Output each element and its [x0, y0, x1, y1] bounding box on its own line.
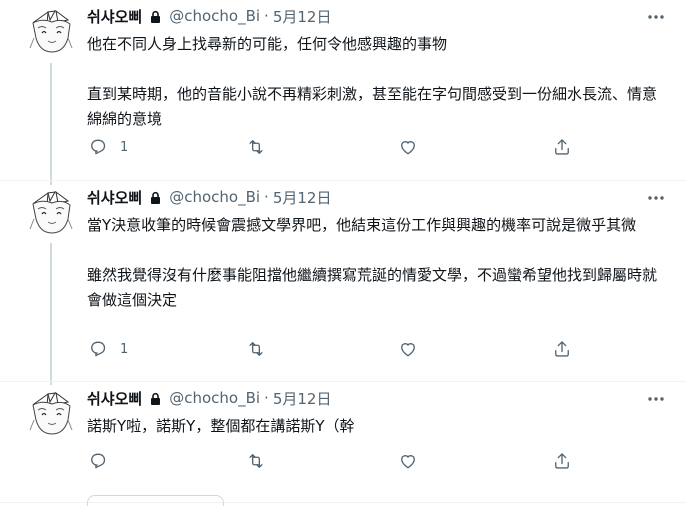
share-button[interactable] [552, 339, 572, 359]
author-name[interactable]: 쉬샤오삐 [87, 187, 142, 208]
separator: · [264, 188, 269, 206]
like-button[interactable] [398, 137, 418, 157]
retweet-button[interactable] [246, 339, 266, 359]
author-handle[interactable]: @chocho_Bi [169, 389, 260, 407]
reply-count: 1 [120, 139, 129, 155]
tweet-text: 諾斯Y啦，諾斯Y，整個都在講諾斯Y（幹 [87, 414, 666, 439]
tweet-date[interactable]: 5月12日 [273, 388, 332, 409]
tweet[interactable]: 쉬샤오삐 @chocho_Bi · 5月12日 他在不同人身上找尋新的可能，任何… [0, 0, 686, 181]
avatar[interactable] [28, 189, 74, 235]
like-button[interactable] [398, 451, 418, 471]
bottom-element[interactable] [87, 495, 224, 506]
avatar-image [29, 392, 73, 435]
more-icon[interactable] [646, 188, 666, 208]
reply-icon [91, 139, 106, 155]
tweet-paragraph: 他在不同人身上找尋新的可能，任何令他感興趣的事物 [87, 35, 448, 53]
retweet-icon [249, 342, 263, 356]
share-icon [555, 139, 569, 155]
reply-count: 1 [120, 341, 129, 357]
tweet-actions [80, 451, 646, 475]
like-icon [401, 455, 415, 469]
author-handle[interactable]: @chocho_Bi [169, 7, 260, 25]
like-button[interactable] [398, 339, 418, 359]
avatar-image [29, 191, 73, 234]
like-icon [401, 141, 415, 155]
share-icon [555, 453, 569, 469]
tweet[interactable]: 쉬샤오삐 @chocho_Bi · 5月12日 當Y決意收筆的時候會震撼文學界吧… [0, 181, 686, 382]
author-name[interactable]: 쉬샤오삐 [87, 6, 142, 27]
separator: · [264, 7, 269, 25]
tweet-text: 當Y決意收筆的時候會震撼文學界吧，他結束這份工作與興趣的機率可說是微乎其微 雖然… [87, 213, 666, 313]
lock-icon [148, 9, 163, 24]
avatar[interactable] [28, 390, 74, 436]
more-icon[interactable] [646, 389, 666, 409]
tweet-header: 쉬샤오삐 @chocho_Bi · 5月12日 [87, 387, 666, 409]
retweet-button[interactable] [246, 451, 266, 471]
reply-button[interactable]: 1 [88, 339, 128, 359]
tweet-actions: 1 [80, 137, 646, 161]
tweet-header: 쉬샤오삐 @chocho_Bi · 5月12日 [87, 186, 666, 208]
tweet-header: 쉬샤오삐 @chocho_Bi · 5月12日 [87, 5, 666, 27]
tweet-paragraph: 雖然我覺得沒有什麼事能阻擋他繼續撰寫荒誕的情愛文學，不過蠻希望他找到歸屬時就會做… [87, 266, 658, 309]
author-name[interactable]: 쉬샤오삐 [87, 388, 142, 409]
reply-button[interactable] [88, 451, 108, 471]
reply-icon [91, 341, 106, 357]
avatar-image [29, 10, 73, 53]
tweet-paragraph: 當Y決意收筆的時候會震撼文學界吧，他結束這份工作與興趣的機率可說是微乎其微 [87, 216, 637, 234]
more-icon[interactable] [646, 7, 666, 27]
tweet-paragraph: 直到某時期，他的音能小說不再精彩刺激，甚至能在字句間感受到一份細水長流、情意綿綿… [87, 85, 658, 128]
reply-icon [91, 453, 106, 469]
tweet-text: 他在不同人身上找尋新的可能，任何令他感興趣的事物 直到某時期，他的音能小說不再精… [87, 32, 666, 132]
separator: · [264, 389, 269, 407]
share-button[interactable] [552, 137, 572, 157]
retweet-button[interactable] [246, 137, 266, 157]
like-icon [401, 343, 415, 357]
tweet[interactable]: 쉬샤오삐 @chocho_Bi · 5月12日 諾斯Y啦，諾斯Y，整個都在講諾斯… [0, 382, 686, 503]
retweet-icon [249, 140, 263, 154]
tweet-date[interactable]: 5月12日 [273, 6, 332, 27]
share-icon [555, 341, 569, 357]
lock-icon [148, 190, 163, 205]
lock-icon [148, 391, 163, 406]
share-button[interactable] [552, 451, 572, 471]
tweet-actions: 1 [80, 339, 646, 363]
avatar[interactable] [28, 8, 74, 54]
tweet-paragraph: 諾斯Y啦，諾斯Y，整個都在講諾斯Y（幹 [87, 417, 355, 435]
retweet-icon [249, 454, 263, 468]
author-handle[interactable]: @chocho_Bi [169, 188, 260, 206]
tweet-date[interactable]: 5月12日 [273, 187, 332, 208]
reply-button[interactable]: 1 [88, 137, 128, 157]
